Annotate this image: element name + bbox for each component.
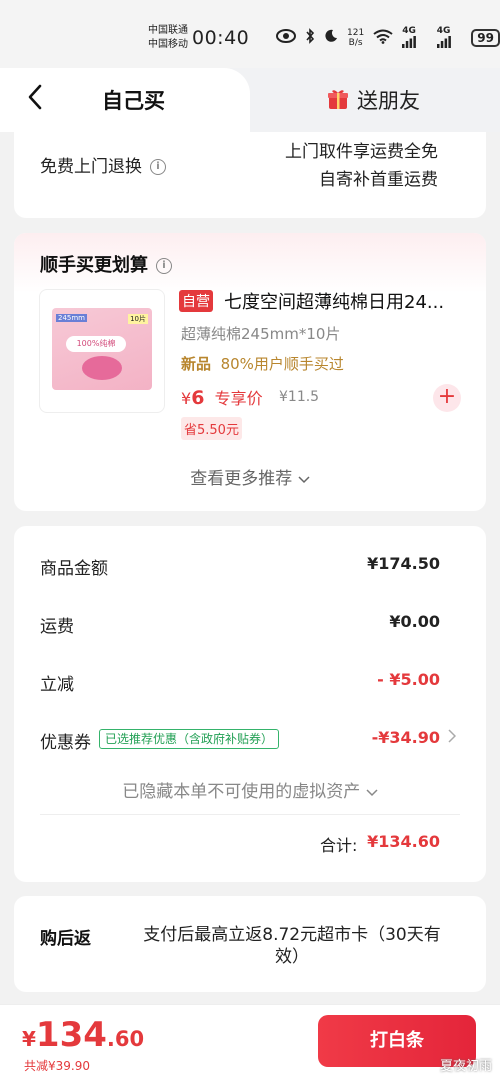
info-icon[interactable]: i	[156, 258, 172, 274]
pack-size-label: 245mm	[56, 314, 87, 322]
net-speed-value: 121	[347, 28, 365, 38]
info-icon[interactable]: i	[150, 159, 166, 175]
net-speed-unit: B/s	[348, 38, 363, 48]
purchase-tabs: 送朋友 自己买	[0, 68, 500, 132]
more-recommendations-link[interactable]: 查看更多推荐	[14, 464, 486, 489]
instant-discount-value: - ¥5.00	[377, 670, 440, 689]
total-label: 合计:	[320, 836, 358, 855]
pack-count-label: 10片	[128, 314, 148, 324]
chevron-down-icon	[298, 469, 310, 489]
gift-icon	[327, 88, 349, 110]
status-icons: 121 B/s 4G 4G 99	[276, 25, 500, 51]
back-arrow-icon[interactable]	[24, 82, 50, 112]
return-service-label: 免费上门退换 i	[40, 152, 166, 177]
more-recommendations-label: 查看更多推荐	[190, 469, 293, 489]
instant-discount-label: 立减	[40, 675, 74, 695]
final-price-dec: .60	[106, 1027, 145, 1051]
signal-1: 4G	[402, 26, 428, 51]
recommend-card: 顺手买更划算 i 245mm 10片 100%纯棉 自营 七度空间超薄纯棉日用24…	[14, 233, 486, 511]
total-value: ¥134.60	[367, 832, 440, 851]
recommend-title: 顺手买更划算 i	[40, 251, 172, 277]
price-summary-card: 商品金额 ¥174.50 运费 ¥0.00 立减 - ¥5.00 优惠券 已选推…	[14, 526, 486, 882]
cashback-card: 购后返 支付后最高立返8.72元超市卡（30天有效）	[14, 896, 486, 992]
final-price-int: 134	[35, 1015, 107, 1055]
saving-badge: 省5.50元	[181, 417, 242, 440]
return-service-text: 免费上门退换	[40, 157, 142, 177]
tab-gift-friend-label: 送朋友	[357, 89, 420, 113]
chevron-right-icon[interactable]	[448, 728, 457, 747]
add-product-button[interactable]: +	[433, 384, 461, 412]
bluetooth-icon	[305, 28, 315, 48]
signal-2-label: 4G	[436, 25, 451, 36]
price-label: 专享价	[214, 389, 263, 408]
net-speed: 121 B/s	[347, 28, 364, 48]
tab-gift-friend[interactable]: 送朋友	[230, 68, 500, 132]
price-symbol: ¥	[181, 389, 192, 408]
goods-amount-value: ¥174.50	[367, 554, 440, 573]
return-note-line1: 上门取件享运费全免	[285, 142, 438, 162]
self-operated-badge: 自营	[179, 290, 213, 312]
watermark: 夏夜初雨	[439, 1059, 492, 1074]
final-price: ¥134.60	[22, 1015, 144, 1055]
goods-amount-label: 商品金额	[40, 559, 108, 579]
hidden-assets-toggle[interactable]: 已隐藏本单不可使用的虚拟资产	[14, 777, 486, 802]
buy-rate: 80%用户顺手买过	[220, 355, 344, 373]
final-price-currency: ¥	[22, 1027, 36, 1051]
coupon-label: 优惠券	[40, 733, 91, 753]
eye-icon	[276, 29, 296, 47]
hidden-assets-label: 已隐藏本单不可使用的虚拟资产	[122, 782, 361, 802]
carrier-2: 中国移动	[148, 39, 188, 50]
wifi-icon	[373, 29, 393, 48]
divider	[40, 814, 460, 815]
cashback-text: 支付后最高立返8.72元超市卡（30天有效）	[143, 925, 441, 967]
pack-text-label: 100%纯棉	[66, 336, 126, 352]
signal-1-label: 4G	[402, 25, 416, 36]
cashback-label: 购后返	[40, 929, 91, 949]
product-spec: 超薄纯棉245mm*10片	[181, 325, 341, 343]
battery-indicator: 99	[471, 29, 500, 47]
clock: 00:40	[192, 27, 250, 49]
coupon-value[interactable]: -¥34.90	[372, 728, 440, 747]
carrier-info: 中国联通 中国移动	[148, 24, 188, 52]
product-new-tag: 新品 80%用户顺手买过	[181, 353, 344, 374]
original-price: ¥11.5	[279, 389, 320, 405]
tab-self-buy-label: 自己买	[102, 89, 165, 113]
product-name[interactable]: 七度空间超薄纯棉日用24...	[224, 288, 474, 314]
status-bar: 中国联通 中国移动 00:40 121 B/s 4G 4G 99	[0, 0, 500, 70]
return-note-line2: 自寄补首重运费	[319, 170, 438, 190]
recommend-title-text: 顺手买更划算	[40, 255, 148, 276]
total-discount: 共减¥39.90	[24, 1059, 90, 1073]
checkout-bar: ¥134.60 共减¥39.90 打白条 夏夜初雨	[0, 1004, 500, 1084]
return-note: 上门取件享运费全免 自寄补首重运费	[285, 138, 438, 194]
carrier-1: 中国联通	[148, 25, 188, 36]
product-image[interactable]: 245mm 10片 100%纯棉	[39, 289, 165, 413]
pack-decoration	[82, 356, 122, 380]
product-price: ¥6 专享价	[181, 385, 263, 409]
moon-icon	[324, 29, 338, 47]
signal-2: 4G	[436, 25, 463, 51]
product-pack-picture: 245mm 10片 100%纯棉	[52, 308, 152, 390]
tab-self-buy[interactable]: 自己买	[0, 68, 250, 132]
shipping-label: 运费	[40, 617, 74, 637]
new-label: 新品	[181, 355, 212, 373]
chevron-down-icon	[366, 782, 378, 802]
coupon-tag[interactable]: 已选推荐优惠（含政府补贴券）	[99, 729, 280, 749]
shipping-value: ¥0.00	[389, 612, 440, 631]
price-value: 6	[191, 387, 205, 409]
return-service-card: 免费上门退换 i 上门取件享运费全免 自寄补首重运费	[14, 132, 486, 218]
